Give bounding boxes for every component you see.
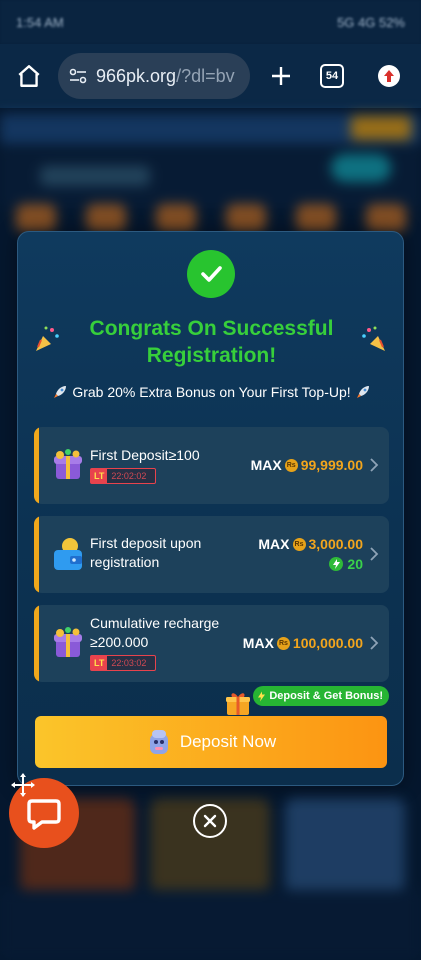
limited-time-badge: LT 22:02:02 [90, 468, 156, 484]
bolt-icon [258, 691, 266, 701]
modal-subtitle: Grab 20% Extra Bonus on Your First Top-U… [28, 384, 395, 400]
bolt-icon [329, 557, 344, 571]
status-bar: 1:54 AM 5G 4G 52% [0, 0, 421, 44]
tab-count: 54 [325, 70, 339, 82]
wallet-icon [54, 538, 82, 570]
status-indicators: 5G 4G 52% [337, 14, 405, 30]
offer-cumulative-recharge[interactable]: Cumulative recharge ≥200.000 LT 22:03:02… [34, 605, 389, 682]
bonus-amount: 20 [329, 556, 363, 572]
offer-title: First deposit upon registration [90, 534, 201, 572]
offer-first-deposit[interactable]: First Deposit≥100 LT 22:02:02 MAX Rs 99,… [34, 427, 389, 504]
treasure-box-icon [54, 627, 82, 657]
chevron-right-icon [370, 636, 379, 650]
deposit-mascot-icon [149, 730, 168, 754]
lt-label: LT [91, 469, 108, 483]
bonus-value: 20 [347, 556, 363, 572]
deposit-now-label: Deposit Now [179, 732, 277, 751]
deposit-now-button[interactable]: Deposit Now [35, 716, 387, 768]
max-label: MAX [242, 635, 274, 651]
close-modal-button[interactable] [193, 804, 227, 838]
offer-title-line: First deposit upon [90, 535, 202, 551]
url-domain: 966pk.org [96, 65, 177, 86]
site-settings-icon[interactable] [68, 66, 88, 86]
success-check [187, 250, 235, 298]
chevron-right-icon [370, 547, 379, 561]
plus-icon [272, 67, 290, 85]
address-bar[interactable]: 966pk.org/?dl=bv [58, 53, 250, 99]
browser-toolbar: 966pk.org/?dl=bv 54 [0, 44, 421, 108]
move-icon[interactable] [10, 772, 36, 798]
rupee-coin-icon: Rs [292, 537, 306, 551]
offer-max-amount: MAX Rs 100,000.00 [243, 635, 363, 651]
status-time: 1:54 AM [16, 14, 64, 30]
party-popper-icon [362, 326, 385, 351]
rocket-icon [54, 386, 67, 398]
rupee-coin-icon: Rs [284, 458, 298, 472]
max-value: 100,000.00 [292, 635, 363, 651]
max-value: 99,999.00 [300, 457, 363, 473]
offer-max-amount: MAX Rs 99,999.00 [251, 457, 363, 473]
close-icon [203, 814, 217, 828]
max-value: 3,000.00 [308, 536, 364, 552]
max-label: MAX [250, 457, 282, 473]
modal-title: Congrats On Successful Registration! [89, 317, 334, 367]
chevron-right-icon [370, 458, 379, 472]
rocket-icon [356, 386, 369, 398]
offer-title-line: registration [90, 554, 160, 570]
offer-title: Cumulative recharge ≥200.000 [90, 614, 219, 652]
url-path: /?dl=bv [176, 65, 235, 86]
offer-registration-deposit[interactable]: First deposit upon registration MAX Rs 3… [34, 516, 389, 593]
arrow-up-icon [384, 70, 394, 82]
treasure-box-icon [54, 449, 82, 479]
url-text: 966pk.org/?dl=bv [96, 66, 235, 87]
chat-icon [27, 799, 61, 830]
deposit-tag-text: Deposit & Get Bonus! [269, 690, 383, 702]
lt-label: LT [91, 656, 108, 670]
gift-icon [226, 693, 250, 715]
offer-max-amount: MAX Rs 3,000.00 [258, 536, 363, 552]
party-popper-icon [36, 326, 59, 351]
deposit-bonus-tag: Deposit & Get Bonus! [253, 686, 389, 706]
check-icon [201, 266, 222, 282]
offer-title-line: ≥200.000 [90, 634, 149, 650]
max-label: MAX [258, 536, 290, 552]
lt-timer: 22:02:02 [111, 471, 147, 481]
lt-timer: 22:03:02 [111, 658, 147, 668]
offer-title: First Deposit≥100 [90, 447, 200, 463]
tab-switcher-button[interactable]: 54 [320, 64, 344, 88]
new-tab-button[interactable] [264, 59, 298, 93]
home-button[interactable] [12, 59, 46, 93]
limited-time-badge: LT 22:03:02 [90, 655, 156, 671]
registration-success-modal: Congrats On Successful Registration! Gra… [17, 231, 404, 786]
update-button[interactable] [378, 65, 400, 87]
offer-title-line: Cumulative recharge [90, 615, 220, 631]
home-icon [18, 65, 40, 87]
subtitle-text: Grab 20% Extra Bonus on Your First Top-U… [72, 384, 351, 400]
rupee-coin-icon: Rs [276, 636, 290, 650]
